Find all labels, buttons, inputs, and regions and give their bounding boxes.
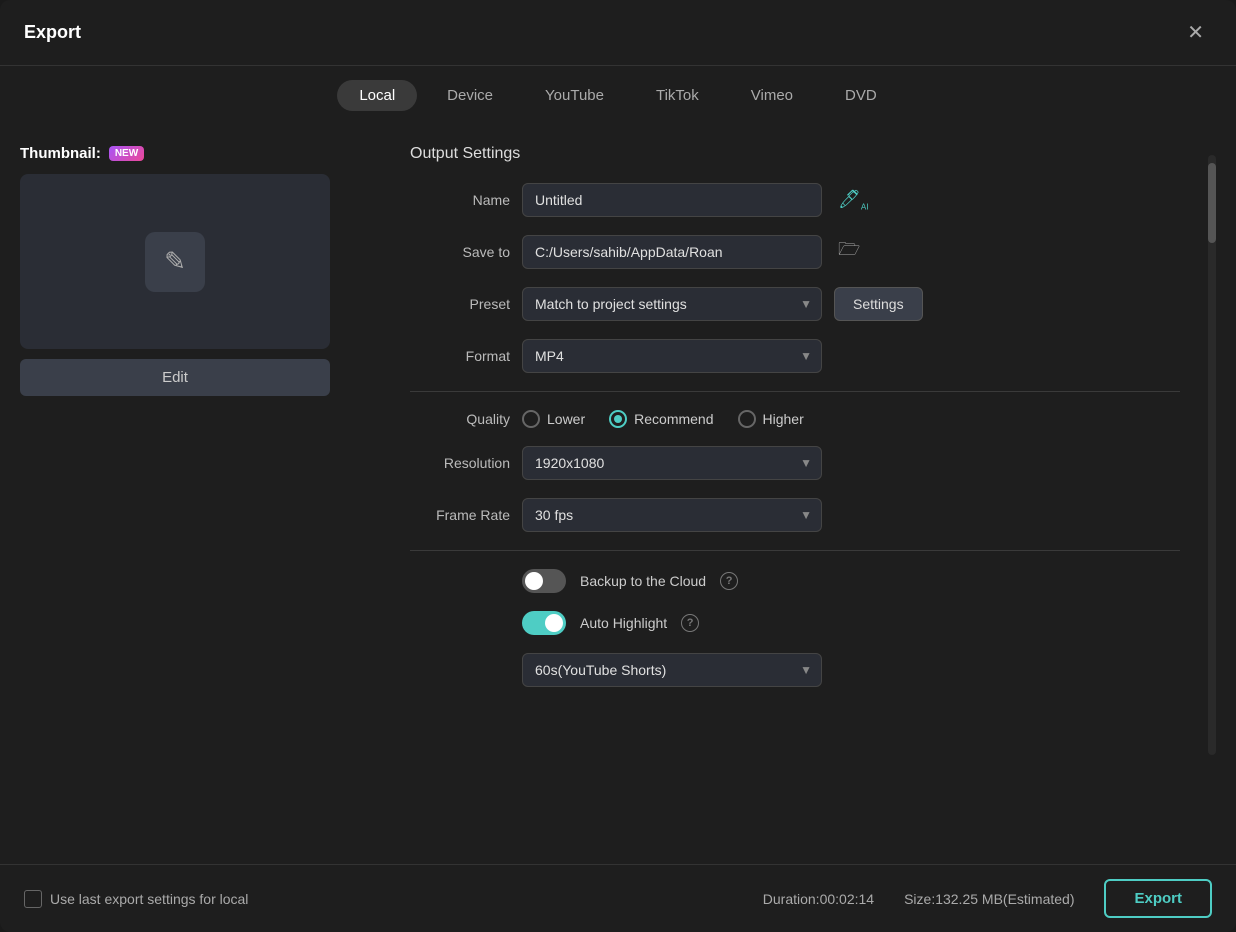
highlight-duration-wrapper: 60s(YouTube Shorts) ▼ [522, 653, 822, 687]
right-panel: Output Settings Name 🖊AI Save to 🗁 Prese… [410, 145, 1184, 844]
tab-device[interactable]: Device [425, 80, 515, 111]
auto-highlight-row: Auto Highlight ? [410, 611, 1180, 635]
quality-lower-label: Lower [547, 411, 585, 427]
save-to-input[interactable] [522, 235, 822, 269]
preset-row: Preset Match to project settings ▼ Setti… [410, 287, 1180, 321]
frame-rate-row: Frame Rate 30 fps ▼ [410, 498, 1180, 532]
highlight-duration-select[interactable]: 60s(YouTube Shorts) [522, 653, 822, 687]
quality-lower-radio[interactable] [522, 410, 540, 428]
edit-button[interactable]: Edit [20, 359, 330, 396]
tab-youtube[interactable]: YouTube [523, 80, 626, 111]
quality-higher-radio[interactable] [738, 410, 756, 428]
format-row: Format MP4 ▼ [410, 339, 1180, 373]
new-badge: NEW [109, 146, 144, 161]
last-settings-checkbox[interactable] [24, 890, 42, 908]
save-to-label: Save to [410, 244, 510, 260]
footer-right: Duration:00:02:14 Size:132.25 MB(Estimat… [763, 879, 1212, 918]
resolution-select-wrapper: 1920x1080 ▼ [522, 446, 822, 480]
quality-higher-option[interactable]: Higher [738, 410, 804, 428]
tab-vimeo[interactable]: Vimeo [729, 80, 815, 111]
frame-rate-select[interactable]: 30 fps [522, 498, 822, 532]
save-to-row: Save to 🗁 [410, 235, 1180, 269]
quality-options: Lower Recommend Higher [522, 410, 804, 428]
resolution-select[interactable]: 1920x1080 [522, 446, 822, 480]
divider-1 [410, 391, 1180, 392]
tab-bar: Local Device YouTube TikTok Vimeo DVD [0, 66, 1236, 125]
scrollbar[interactable] [1208, 155, 1216, 755]
footer-left: Use last export settings for local [24, 890, 248, 908]
dialog-header: Export ✕ [0, 0, 1236, 66]
highlight-duration-row: 60s(YouTube Shorts) ▼ [410, 653, 1180, 687]
quality-recommend-label: Recommend [634, 411, 713, 427]
tab-tiktok[interactable]: TikTok [634, 80, 721, 111]
output-settings-title: Output Settings [410, 145, 1180, 163]
frame-rate-label: Frame Rate [410, 507, 510, 523]
duration-stat: Duration:00:02:14 [763, 891, 874, 907]
backup-toggle[interactable] [522, 569, 566, 593]
preset-select[interactable]: Match to project settings [522, 287, 822, 321]
backup-label: Backup to the Cloud [580, 573, 706, 589]
size-stat: Size:132.25 MB(Estimated) [904, 891, 1074, 907]
auto-highlight-toggle[interactable] [522, 611, 566, 635]
quality-label: Quality [410, 411, 510, 427]
resolution-label: Resolution [410, 455, 510, 471]
quality-recommend-radio[interactable] [609, 410, 627, 428]
left-panel: Thumbnail: NEW ✎ Edit [20, 145, 390, 844]
thumbnail-icon: ✎ [145, 232, 205, 292]
export-button[interactable]: Export [1104, 879, 1212, 918]
preset-label: Preset [410, 296, 510, 312]
close-button[interactable]: ✕ [1179, 16, 1212, 49]
format-label: Format [410, 348, 510, 364]
thumbnail-label: Thumbnail: NEW [20, 145, 144, 162]
auto-highlight-toggle-knob [545, 614, 563, 632]
name-row: Name 🖊AI [410, 183, 1180, 217]
quality-lower-option[interactable]: Lower [522, 410, 585, 428]
name-label: Name [410, 192, 510, 208]
footer: Use last export settings for local Durat… [0, 864, 1236, 932]
folder-icon[interactable]: 🗁 [838, 237, 860, 267]
quality-row: Quality Lower Recommend Higher [410, 410, 1180, 428]
quality-higher-label: Higher [763, 411, 804, 427]
backup-toggle-knob [525, 572, 543, 590]
ai-icon[interactable]: 🖊AI [838, 189, 868, 212]
frame-rate-select-wrapper: 30 fps ▼ [522, 498, 822, 532]
tab-dvd[interactable]: DVD [823, 80, 899, 111]
thumbnail-preview[interactable]: ✎ [20, 174, 330, 349]
last-settings-label: Use last export settings for local [50, 891, 248, 907]
dialog-title: Export [24, 22, 81, 43]
format-select[interactable]: MP4 [522, 339, 822, 373]
backup-row: Backup to the Cloud ? [410, 569, 1180, 593]
divider-2 [410, 550, 1180, 551]
auto-highlight-help-icon[interactable]: ? [681, 614, 699, 632]
main-content: Thumbnail: NEW ✎ Edit Output Settings Na… [0, 125, 1236, 864]
auto-highlight-label: Auto Highlight [580, 615, 667, 631]
export-dialog: Export ✕ Local Device YouTube TikTok Vim… [0, 0, 1236, 932]
format-select-wrapper: MP4 ▼ [522, 339, 822, 373]
name-input[interactable] [522, 183, 822, 217]
last-settings-checkbox-wrapper[interactable]: Use last export settings for local [24, 890, 248, 908]
resolution-row: Resolution 1920x1080 ▼ [410, 446, 1180, 480]
quality-recommend-option[interactable]: Recommend [609, 410, 713, 428]
backup-help-icon[interactable]: ? [720, 572, 738, 590]
settings-button[interactable]: Settings [834, 287, 923, 321]
preset-select-wrapper: Match to project settings ▼ [522, 287, 822, 321]
tab-local[interactable]: Local [337, 80, 417, 111]
